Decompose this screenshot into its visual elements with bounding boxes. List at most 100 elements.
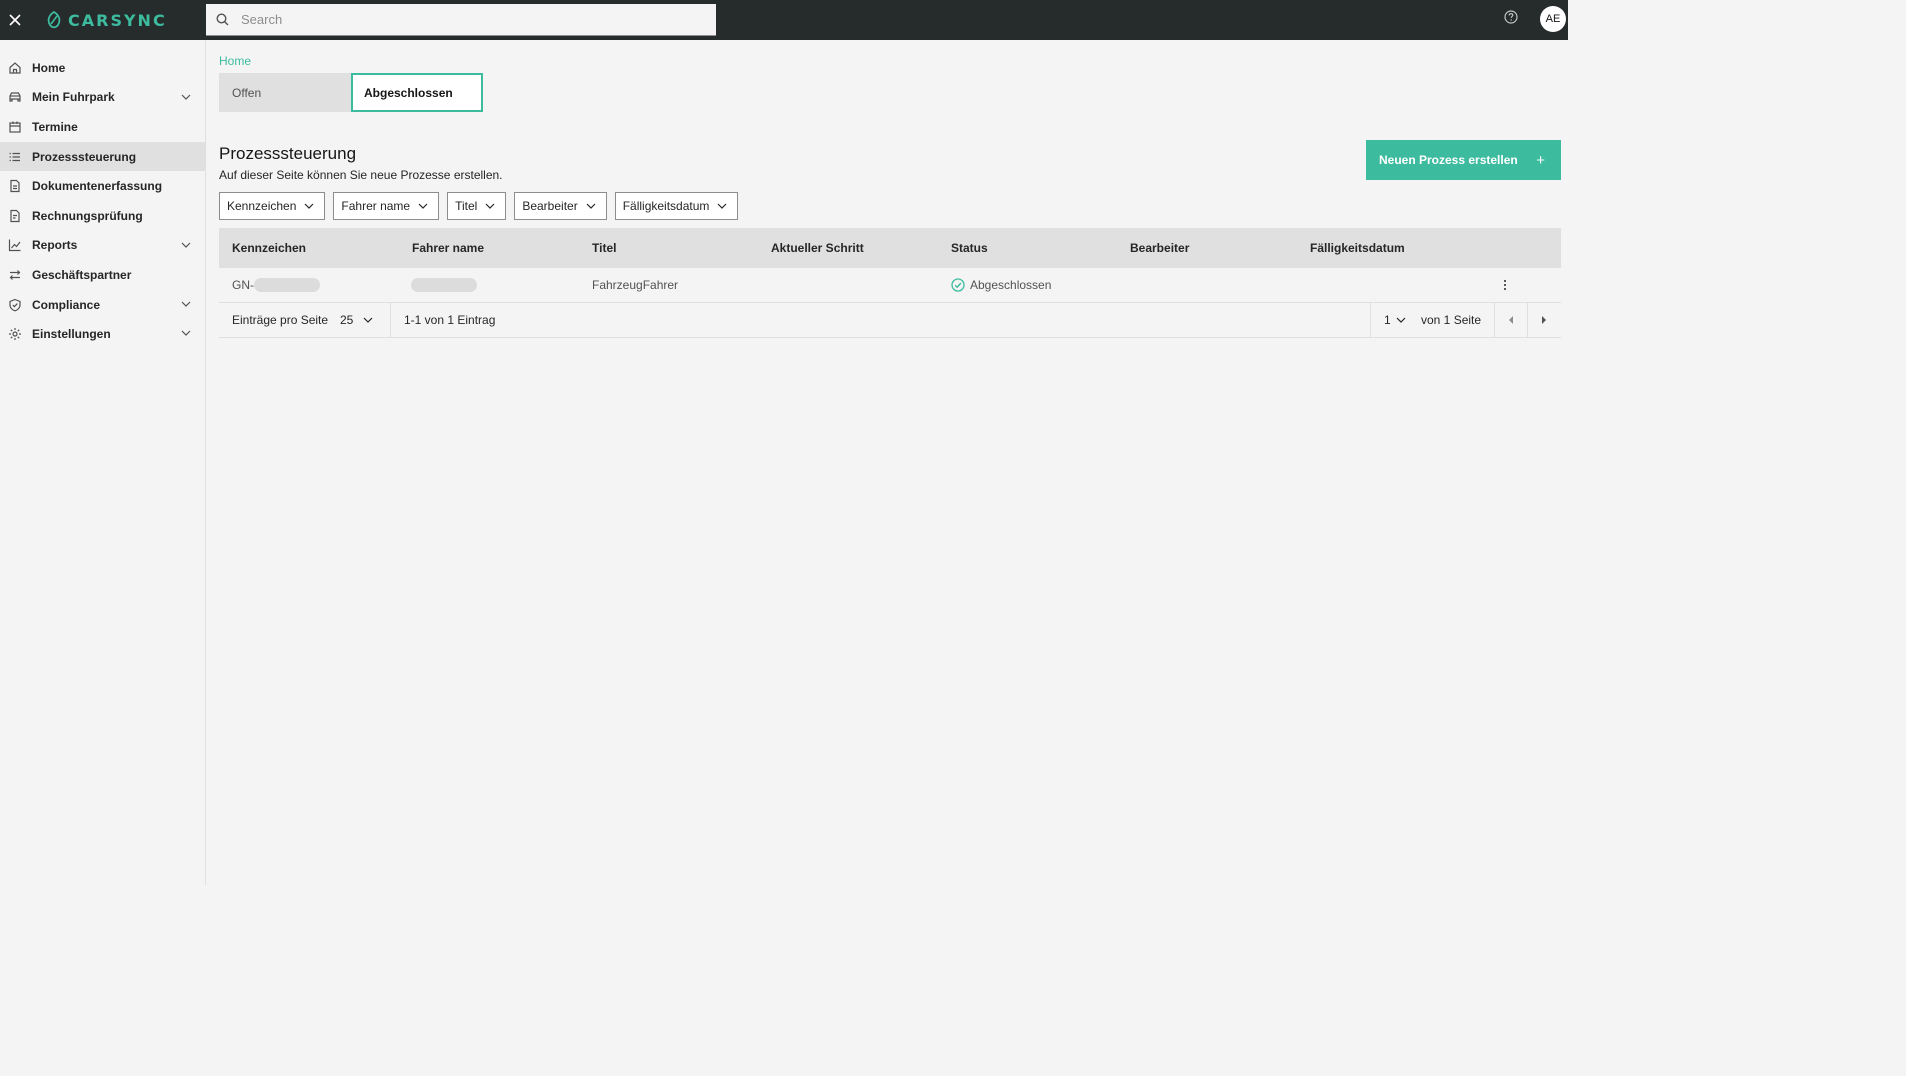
column-header-aktueller-schritt[interactable]: Aktueller Schritt: [771, 241, 864, 255]
sidebar-item-label: Mein Fuhrpark: [32, 90, 115, 105]
sidebar-item-geschaeftspartner[interactable]: Geschäftspartner: [0, 260, 205, 290]
filter-kennzeichen[interactable]: Kennzeichen: [219, 192, 326, 220]
pagination-bar: Einträge pro Seite 25 1-1 von 1 Eintrag …: [219, 303, 1561, 338]
sidebar-item-rechnungspruefung[interactable]: Rechnungsprüfung: [0, 201, 205, 231]
cell-fahrer-name: [411, 278, 477, 292]
tab-abgeschlossen[interactable]: Abgeschlossen: [351, 73, 483, 112]
divider: [390, 303, 391, 337]
list-icon: [8, 150, 22, 164]
table-row[interactable]: GN- FahrzeugFahrer Abgeschlossen: [219, 268, 1561, 303]
main-content: Home Offen Abgeschlossen Prozesssteuerun…: [219, 40, 1561, 338]
items-per-page-select[interactable]: 25: [340, 313, 373, 327]
breadcrumb-home[interactable]: Home: [219, 54, 1561, 68]
column-header-fahrer-name[interactable]: Fahrer name: [412, 241, 484, 255]
filter-label: Kennzeichen: [227, 199, 297, 213]
sidebar: Home Mein Fuhrpark Termine Prozesssteuer…: [0, 40, 206, 885]
chevron-down-icon: [181, 328, 191, 338]
logo-text: CARSYNC: [68, 10, 167, 30]
filter-label: Titel: [455, 199, 478, 213]
item-range-text: 1-1 von 1 Eintrag: [404, 313, 496, 327]
car-icon: [8, 90, 22, 104]
sidebar-item-label: Termine: [32, 119, 78, 134]
filter-label: Fälligkeitsdatum: [622, 199, 710, 213]
create-process-label: Neuen Prozess erstellen: [1379, 153, 1518, 167]
sidebar-item-dokumentenerfassung[interactable]: Dokumentenerfassung: [0, 171, 205, 201]
next-page-button[interactable]: [1541, 316, 1547, 324]
create-process-button[interactable]: Neuen Prozess erstellen +: [1366, 140, 1561, 180]
document-icon: [8, 179, 22, 193]
chevron-down-icon: [586, 203, 596, 209]
sidebar-item-compliance[interactable]: Compliance: [0, 290, 205, 320]
sidebar-item-label: Prozesssteuerung: [32, 149, 137, 164]
top-bar: CARSYNC AE: [0, 0, 1568, 40]
search-bar[interactable]: [206, 4, 716, 36]
caret-left-icon: [1509, 316, 1513, 324]
divider: [1527, 303, 1528, 337]
status-tabs: Offen Abgeschlossen: [219, 73, 1561, 112]
column-header-titel[interactable]: Titel: [592, 241, 616, 255]
page-select[interactable]: 1: [1384, 313, 1406, 327]
overflow-menu-icon: [1504, 280, 1506, 290]
sidebar-item-label: Reports: [32, 238, 78, 253]
sidebar-item-termine[interactable]: Termine: [0, 112, 205, 142]
sidebar-item-reports[interactable]: Reports: [0, 231, 205, 261]
chevron-down-icon: [717, 203, 727, 209]
page-title: Prozesssteuerung: [219, 144, 357, 163]
home-icon: [8, 61, 22, 75]
carsync-logo[interactable]: CARSYNC: [46, 11, 206, 30]
divider: [1494, 303, 1495, 337]
filter-bar: Kennzeichen Fahrer name Titel Bearbeiter…: [219, 192, 1561, 220]
total-pages-text: von 1 Seite: [1421, 313, 1482, 327]
search-input[interactable]: [239, 11, 683, 28]
chevron-down-icon: [418, 203, 428, 209]
cell-titel: FahrzeugFahrer: [592, 278, 679, 292]
sidebar-item-label: Home: [32, 60, 66, 75]
row-overflow-menu[interactable]: [1503, 279, 1507, 291]
chevron-down-icon: [181, 92, 191, 102]
gear-icon: [8, 327, 22, 341]
items-per-page-value: 25: [340, 313, 354, 327]
status-text: Abgeschlossen: [970, 278, 1052, 292]
sidebar-item-mein-fuhrpark[interactable]: Mein Fuhrpark: [0, 83, 205, 113]
sidebar-item-prozesssteuerung[interactable]: Prozesssteuerung: [0, 141, 205, 172]
filter-bearbeiter[interactable]: Bearbeiter: [514, 192, 607, 220]
redacted-value: [411, 278, 477, 292]
filter-fahrer-name[interactable]: Fahrer name: [333, 192, 440, 220]
sidebar-item-label: Rechnungsprüfung: [32, 208, 143, 223]
sidebar-item-label: Compliance: [32, 297, 101, 312]
sidebar-item-label: Dokumentenerfassung: [32, 179, 163, 194]
table-header: Kennzeichen Fahrer name Titel Aktueller …: [219, 228, 1561, 268]
sidebar-item-einstellungen[interactable]: Einstellungen: [0, 319, 205, 349]
column-header-bearbeiter[interactable]: Bearbeiter: [1130, 241, 1189, 255]
exchange-icon: [8, 268, 22, 282]
current-page-value: 1: [1384, 313, 1391, 327]
calendar-icon: [8, 120, 22, 134]
items-per-page-label: Einträge pro Seite: [232, 313, 329, 327]
kennzeichen-prefix: GN-: [232, 278, 254, 292]
caret-right-icon: [1542, 316, 1546, 324]
tab-offen[interactable]: Offen: [219, 73, 351, 112]
column-header-status[interactable]: Status: [951, 241, 988, 255]
chevron-down-icon: [1396, 317, 1406, 323]
sidebar-nav: Home Mein Fuhrpark Termine Prozesssteuer…: [0, 53, 205, 349]
filter-label: Fahrer name: [341, 199, 411, 213]
filter-faelligkeitsdatum[interactable]: Fälligkeitsdatum: [614, 192, 739, 220]
cell-status: Abgeschlossen: [951, 278, 1051, 292]
chevron-down-icon: [181, 240, 191, 250]
filter-titel[interactable]: Titel: [447, 192, 507, 220]
help-icon[interactable]: [1504, 10, 1518, 24]
sidebar-item-home[interactable]: Home: [0, 53, 205, 83]
cell-kennzeichen: GN-: [232, 278, 320, 292]
invoice-icon: [8, 209, 22, 223]
column-header-kennzeichen[interactable]: Kennzeichen: [232, 241, 306, 255]
user-avatar[interactable]: AE: [1540, 6, 1566, 32]
column-header-faelligkeitsdatum[interactable]: Fälligkeitsdatum: [1310, 241, 1405, 255]
search-icon: [216, 13, 229, 26]
plus-icon: +: [1536, 151, 1545, 169]
close-menu-button[interactable]: [0, 0, 30, 40]
check-circle-icon: [951, 278, 965, 292]
logo-leaf-icon: [47, 11, 61, 29]
chevron-down-icon: [363, 317, 373, 323]
page-description: Auf dieser Seite können Sie neue Prozess…: [219, 168, 503, 182]
prev-page-button[interactable]: [1508, 316, 1514, 324]
